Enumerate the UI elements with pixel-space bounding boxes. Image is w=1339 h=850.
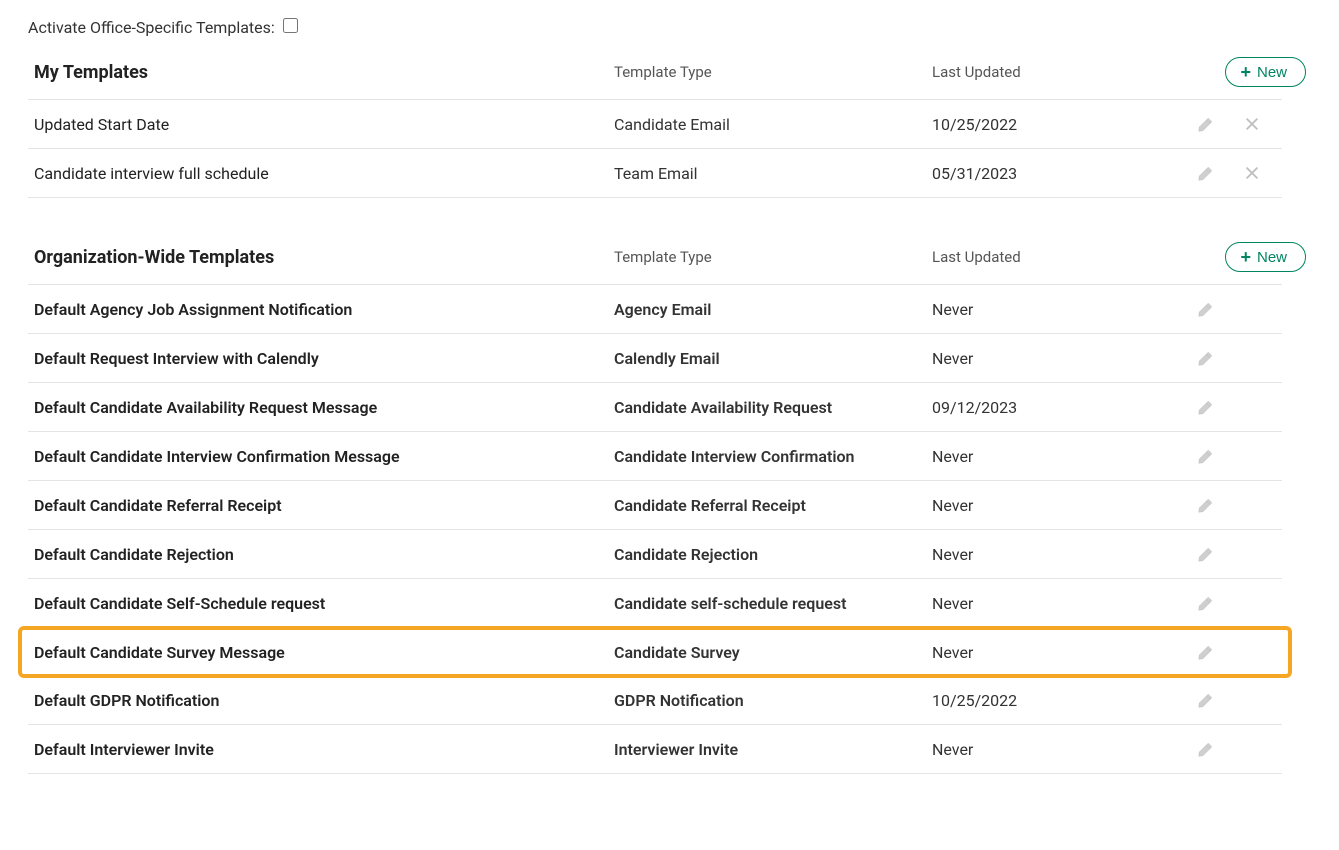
- template-updated: 10/25/2022: [932, 691, 1186, 710]
- template-type: Interviewer Invite: [614, 740, 932, 759]
- edit-icon[interactable]: [1196, 163, 1216, 183]
- template-name: Default GDPR Notification: [34, 691, 614, 710]
- template-name: Default Candidate Interview Confirmation…: [34, 447, 614, 466]
- col-template-type: Template Type: [614, 63, 932, 81]
- close-icon[interactable]: [1242, 163, 1262, 183]
- plus-icon: +: [1240, 63, 1251, 81]
- template-updated: Never: [932, 447, 1186, 466]
- template-type: Candidate Email: [614, 115, 932, 134]
- template-updated: Never: [932, 594, 1186, 613]
- row-actions: [1186, 690, 1306, 710]
- plus-icon: +: [1240, 248, 1251, 266]
- my-templates-title: My Templates: [34, 62, 614, 83]
- activate-label: Activate Office-Specific Templates:: [28, 18, 275, 37]
- row-actions: [1186, 299, 1306, 319]
- template-updated: Never: [932, 300, 1186, 319]
- edit-icon[interactable]: [1196, 642, 1216, 662]
- template-type: Team Email: [614, 164, 932, 183]
- activate-checkbox[interactable]: [283, 18, 298, 33]
- table-row: Default Candidate Self-Schedule requestC…: [28, 579, 1282, 628]
- table-row: Default Interviewer InviteInterviewer In…: [28, 725, 1282, 774]
- edit-icon[interactable]: [1196, 593, 1216, 613]
- table-row: Default Agency Job Assignment Notificati…: [28, 285, 1282, 334]
- template-type: Calendly Email: [614, 349, 932, 368]
- edit-icon[interactable]: [1196, 397, 1216, 417]
- template-type: Candidate Rejection: [614, 545, 932, 564]
- template-updated: 09/12/2023: [932, 398, 1186, 417]
- template-name: Default Candidate Rejection: [34, 545, 614, 564]
- edit-icon[interactable]: [1196, 495, 1216, 515]
- template-updated: 10/25/2022: [932, 115, 1186, 134]
- template-name: Default Candidate Availability Request M…: [34, 398, 614, 417]
- edit-icon[interactable]: [1196, 446, 1216, 466]
- col-template-type: Template Type: [614, 248, 932, 266]
- table-row: Candidate interview full scheduleTeam Em…: [28, 149, 1282, 198]
- template-type: GDPR Notification: [614, 691, 932, 710]
- template-type: Candidate Survey: [614, 643, 932, 662]
- close-icon[interactable]: [1242, 114, 1262, 134]
- table-row: Default Candidate Interview Confirmation…: [28, 432, 1282, 481]
- row-actions: [1186, 397, 1306, 417]
- row-actions: [1186, 593, 1306, 613]
- new-button-label: New: [1257, 65, 1287, 80]
- template-type: Candidate Availability Request: [614, 398, 932, 417]
- template-type: Candidate self-schedule request: [614, 594, 932, 613]
- row-actions: [1186, 739, 1306, 759]
- row-actions: [1186, 446, 1306, 466]
- col-last-updated: Last Updated: [932, 63, 1186, 81]
- org-templates-section: Organization-Wide Templates Template Typ…: [28, 234, 1282, 774]
- template-name: Default Candidate Referral Receipt: [34, 496, 614, 515]
- table-row: Default Candidate RejectionCandidate Rej…: [28, 530, 1282, 579]
- template-updated: Never: [932, 496, 1186, 515]
- template-updated: Never: [932, 740, 1186, 759]
- template-updated: Never: [932, 643, 1186, 662]
- col-last-updated: Last Updated: [932, 248, 1186, 266]
- table-row: Default Request Interview with CalendlyC…: [28, 334, 1282, 383]
- edit-icon[interactable]: [1196, 544, 1216, 564]
- new-my-template-button[interactable]: + New: [1225, 57, 1306, 87]
- row-actions: [1186, 114, 1306, 134]
- template-name: Default Candidate Survey Message: [34, 643, 614, 662]
- template-name: Default Agency Job Assignment Notificati…: [34, 300, 614, 319]
- template-name: Default Interviewer Invite: [34, 740, 614, 759]
- template-updated: 05/31/2023: [932, 164, 1186, 183]
- row-actions: [1186, 348, 1306, 368]
- new-button-label: New: [1257, 250, 1287, 265]
- template-type: Candidate Referral Receipt: [614, 496, 932, 515]
- template-type: Agency Email: [614, 300, 932, 319]
- my-templates-section: My Templates Template Type Last Updated …: [28, 49, 1282, 198]
- org-templates-title: Organization-Wide Templates: [34, 247, 614, 268]
- row-actions: [1186, 495, 1306, 515]
- edit-icon[interactable]: [1196, 114, 1216, 134]
- new-org-template-button[interactable]: + New: [1225, 242, 1306, 272]
- template-updated: Never: [932, 545, 1186, 564]
- row-actions: [1186, 163, 1306, 183]
- template-name: Candidate interview full schedule: [34, 164, 614, 183]
- edit-icon[interactable]: [1196, 739, 1216, 759]
- table-row: Default Candidate Referral ReceiptCandid…: [28, 481, 1282, 530]
- table-row: Default Candidate Availability Request M…: [28, 383, 1282, 432]
- edit-icon[interactable]: [1196, 690, 1216, 710]
- template-name: Default Request Interview with Calendly: [34, 349, 614, 368]
- template-updated: Never: [932, 349, 1186, 368]
- row-actions: [1186, 642, 1306, 662]
- template-name: Updated Start Date: [34, 115, 614, 134]
- edit-icon[interactable]: [1196, 348, 1216, 368]
- row-actions: [1186, 544, 1306, 564]
- table-row: Default Candidate Survey MessageCandidat…: [20, 628, 1290, 676]
- edit-icon[interactable]: [1196, 299, 1216, 319]
- table-row: Default GDPR NotificationGDPR Notificati…: [28, 676, 1282, 725]
- table-row: Updated Start DateCandidate Email10/25/2…: [28, 100, 1282, 149]
- template-type: Candidate Interview Confirmation: [614, 447, 932, 466]
- template-name: Default Candidate Self-Schedule request: [34, 594, 614, 613]
